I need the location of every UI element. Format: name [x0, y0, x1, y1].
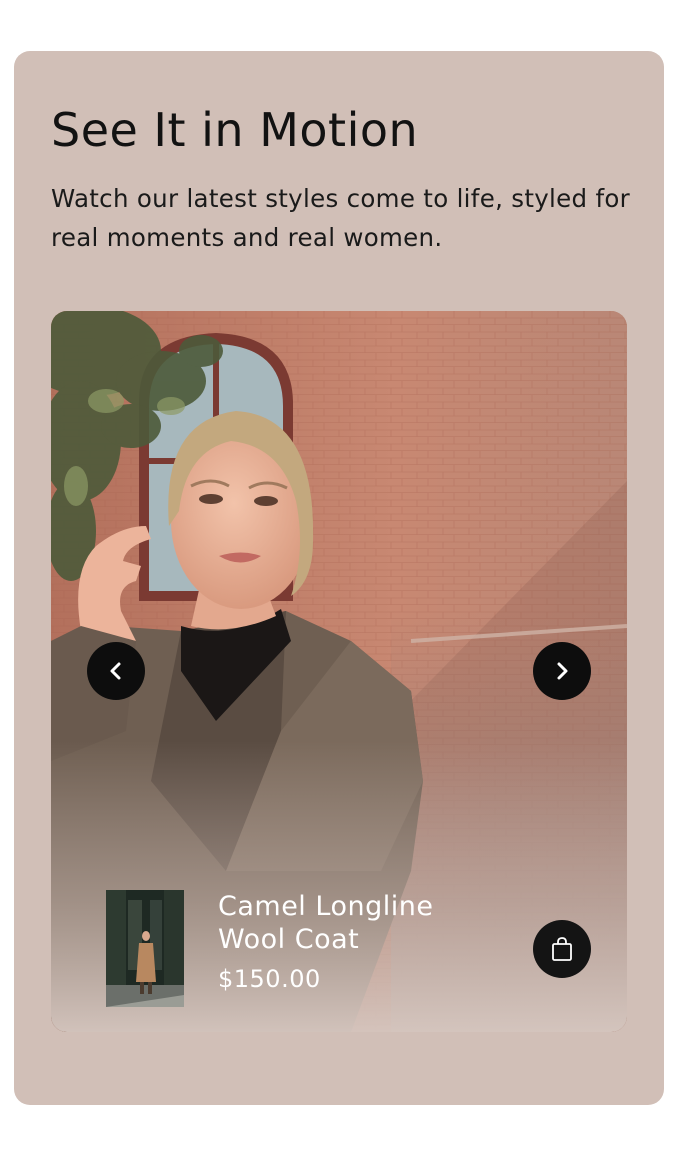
product-thumbnail-image	[106, 890, 184, 1007]
product-name[interactable]: Camel Longline Wool Coat	[218, 890, 498, 956]
product-overlay: Camel Longline Wool Coat $150.00	[106, 890, 606, 1008]
product-price: $150.00	[218, 965, 321, 993]
section-subtitle: Watch our latest styles come to life, st…	[51, 184, 631, 252]
video-player[interactable]: Camel Longline Wool Coat $150.00	[51, 311, 627, 1032]
video-section-card: See It in Motion Watch our latest styles…	[14, 51, 664, 1105]
carousel-next-button[interactable]	[533, 642, 591, 700]
carousel-prev-button[interactable]	[87, 642, 145, 700]
section-title: See It in Motion	[51, 103, 419, 157]
chevron-left-icon	[110, 662, 121, 680]
shopping-bag-icon	[552, 937, 572, 961]
chevron-right-icon	[557, 662, 568, 680]
product-thumbnail[interactable]	[106, 890, 184, 1007]
add-to-bag-button[interactable]	[533, 920, 591, 978]
